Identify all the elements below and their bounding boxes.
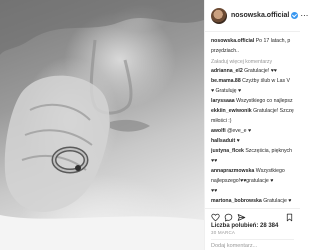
username-link[interactable]: nosowska.official <box>231 12 289 19</box>
comment-text: ♥ Gratuluję ♥ <box>211 88 242 94</box>
caption-text: Po 17 latach, p <box>255 38 291 44</box>
caption-username[interactable]: nosowska.official <box>211 38 254 44</box>
caption: nosowska.official Po 17 latach, p <box>211 38 294 45</box>
comment-text: ♥♥ <box>211 188 218 194</box>
comment-text: miłości :) <box>211 118 232 124</box>
comment-item: miłości :) <box>211 118 294 125</box>
post-date: 30 MARCA <box>211 230 236 235</box>
comment-username[interactable]: laryssaaa <box>211 98 235 104</box>
post-actions: Liczba polubień: 28 384 30 MARCA Dodaj k… <box>205 208 300 250</box>
post-sidebar: nosowska.official ⋯ nosowska.official Po… <box>204 0 308 250</box>
comment-username[interactable]: adrianna_el2 <box>211 68 243 74</box>
comment-item: ♥ Gratuluję ♥ <box>211 88 294 95</box>
caption-text-continued: przędziach.. <box>211 48 239 54</box>
comment-text: Gratulacje! ♥♥ <box>244 68 277 74</box>
comment-item: annaprazmowska Wszystkiego <box>211 168 294 175</box>
comment-item: martona_bobrowska Gratulacje ♥ <box>211 198 294 205</box>
comment-text: Wszystkiego co najlepsz <box>236 98 293 104</box>
comment-username[interactable]: martona_bobrowska <box>211 198 262 204</box>
comment-item: najlepszego!♥♥gratulacje ♥ <box>211 178 294 185</box>
action-icons <box>211 212 294 222</box>
comment-item: laryssaaa Wszystkiego co najlepsz <box>211 98 294 105</box>
share-icon[interactable] <box>237 213 246 222</box>
comment-item: ekkiin_ewiwonik Gratulacje! Szczę <box>211 108 294 115</box>
comment-text: @eve_e ♥ <box>227 128 252 134</box>
photo-illustration <box>0 0 204 250</box>
heart-icon[interactable] <box>211 213 220 222</box>
comment-username[interactable]: be.mama.88 <box>211 78 241 84</box>
comment-username[interactable]: hallsaduit <box>211 138 235 144</box>
comment-item: hallsaduit ♥ <box>211 138 294 145</box>
likes-count[interactable]: Liczba polubień: 28 384 <box>211 223 294 229</box>
comment-text: Wszystkiego <box>255 168 285 174</box>
comment-username[interactable]: ekkiin_ewiwonik <box>211 108 252 114</box>
comment-item: ♥♥ <box>211 158 294 165</box>
more-icon[interactable]: ⋯ <box>300 11 308 20</box>
comment-item: adrianna_el2 Gratulacje! ♥♥ <box>211 68 294 75</box>
comment-text: najlepszego!♥♥gratulacje ♥ <box>211 178 274 184</box>
comment-item: justyna_flcek Szczęścia, pięknych <box>211 148 294 155</box>
comment-username[interactable]: awolfi <box>211 128 226 134</box>
post-header: nosowska.official ⋯ <box>205 0 308 32</box>
comment-item: awolfi @eve_e ♥ <box>211 128 294 135</box>
bookmark-icon[interactable] <box>285 213 294 222</box>
post-photo[interactable] <box>0 0 204 250</box>
comment-text: ♥ <box>236 138 240 144</box>
add-comment-input[interactable]: Dodaj komentarz... <box>211 239 294 249</box>
verified-icon <box>291 12 299 19</box>
comment-text: Gratulacje ♥ <box>263 198 292 204</box>
comment-text: Czyżby ślub w Las V <box>242 78 291 84</box>
comment-item: be.mama.88 Czyżby ślub w Las V <box>211 78 294 85</box>
load-more-comments-link[interactable]: Załaduj więcej komentarzy <box>211 59 294 65</box>
comment-text: Gratulacje! Szczę <box>253 108 294 114</box>
comment-text: Szczęścia, pięknych <box>245 148 293 154</box>
comment-username[interactable]: annaprazmowska <box>211 168 254 174</box>
comments-list: nosowska.official Po 17 latach, p przędz… <box>205 34 300 206</box>
comment-item: ♥♥ <box>211 188 294 195</box>
comment-icon[interactable] <box>224 213 233 222</box>
comment-text: ♥♥ <box>211 158 218 164</box>
comment-username[interactable]: justyna_flcek <box>211 148 244 154</box>
avatar[interactable] <box>211 7 227 24</box>
